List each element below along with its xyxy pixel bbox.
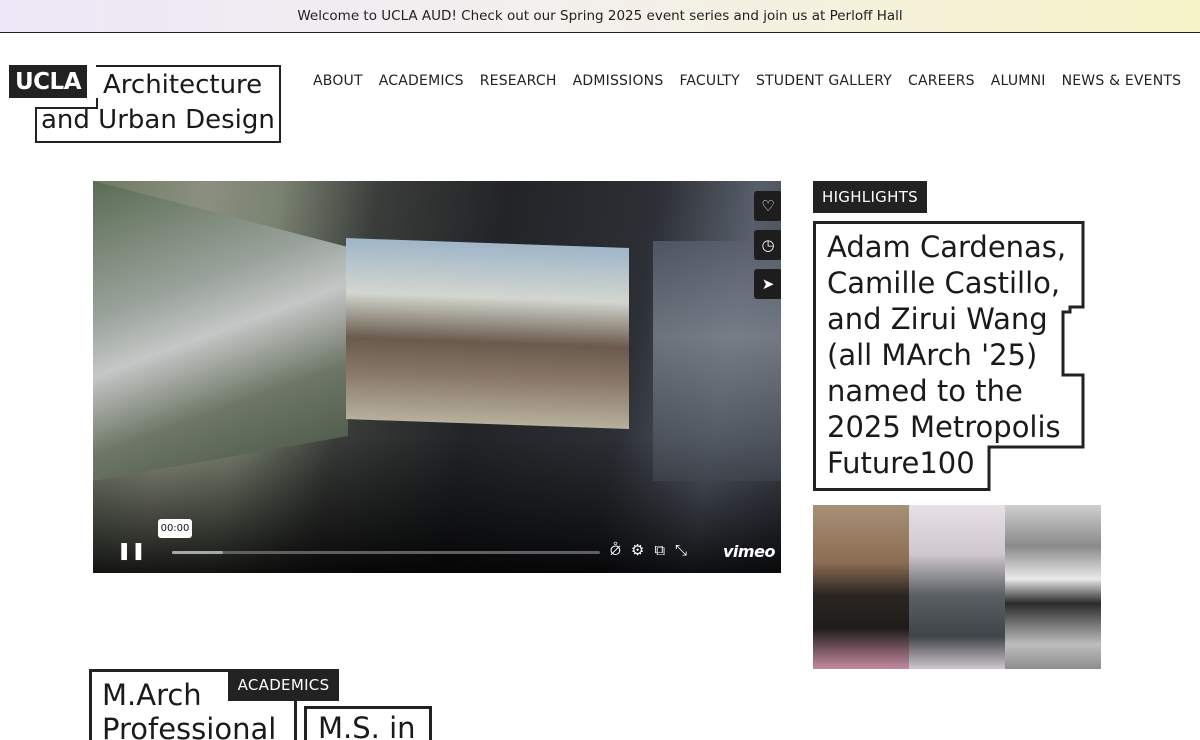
nav-faculty[interactable]: FACULTY	[679, 73, 740, 89]
nav-research[interactable]: RESEARCH	[480, 73, 557, 89]
send-icon[interactable]: ➤	[754, 269, 781, 299]
highlight-photo[interactable]	[813, 505, 1101, 669]
logo-line-architecture: Architecture	[103, 70, 263, 100]
announcement-text[interactable]: Welcome to UCLA AUD! Check out our Sprin…	[297, 8, 902, 24]
video-player[interactable]: ♡ ◷ ➤ 00:00 ❚❚ ⦲ ⚙ ⧉ ⤡ vimeo	[93, 181, 781, 573]
heart-icon[interactable]: ♡	[754, 191, 781, 221]
nav-careers[interactable]: CAREERS	[908, 73, 975, 89]
logo-line-urban-design: and Urban Design	[41, 105, 275, 135]
highlights-tag[interactable]: HIGHLIGHTS	[813, 181, 927, 213]
fullscreen-icon[interactable]: ⤡	[675, 541, 687, 559]
captions-off-icon[interactable]: ⦲	[610, 541, 621, 559]
vimeo-logo[interactable]: vimeo	[723, 542, 775, 561]
main-nav: ABOUT ACADEMICS RESEARCH ADMISSIONS FACU…	[313, 73, 1181, 89]
pause-icon[interactable]: ❚❚	[117, 541, 146, 561]
nav-alumni[interactable]: ALUMNI	[991, 73, 1046, 89]
announcement-bar[interactable]: Welcome to UCLA AUD! Check out our Sprin…	[0, 0, 1200, 33]
gear-icon[interactable]: ⚙	[631, 541, 644, 559]
highlight-headline[interactable]: Adam Cardenas, Camille Castillo, and Zir…	[827, 229, 1087, 481]
video-controls: ❚❚ ⦲ ⚙ ⧉ ⤡ vimeo	[93, 537, 781, 573]
photo-person-3	[1005, 505, 1101, 669]
video-progress-fill	[172, 551, 224, 554]
program-card-ms-title[interactable]: M.S. in	[318, 711, 416, 740]
nav-about[interactable]: ABOUT	[313, 73, 363, 89]
video-projection-center	[346, 238, 629, 429]
nav-admissions[interactable]: ADMISSIONS	[573, 73, 664, 89]
photo-person-1	[813, 505, 909, 669]
ucla-badge: UCLA	[9, 65, 87, 98]
video-progress-bar[interactable]	[172, 551, 600, 554]
highlight-headline-card[interactable]: Adam Cardenas, Camille Castillo, and Zir…	[813, 221, 1088, 491]
nav-news-events[interactable]: NEWS & EVENTS	[1062, 73, 1182, 89]
program-card-march-title[interactable]: M.Arch Professional	[102, 678, 276, 740]
photo-person-2	[909, 505, 1005, 669]
page: Welcome to UCLA AUD! Check out our Sprin…	[0, 0, 1200, 740]
nav-academics[interactable]: ACADEMICS	[379, 73, 464, 89]
site-logo[interactable]: UCLA Architecture and Urban Design	[9, 65, 281, 143]
nav-student-gallery[interactable]: STUDENT GALLERY	[756, 73, 892, 89]
clock-icon[interactable]: ◷	[754, 230, 781, 260]
video-control-icons: ⦲ ⚙ ⧉ ⤡	[610, 541, 687, 559]
pip-icon[interactable]: ⧉	[654, 541, 665, 559]
video-time-tooltip: 00:00	[158, 519, 192, 538]
